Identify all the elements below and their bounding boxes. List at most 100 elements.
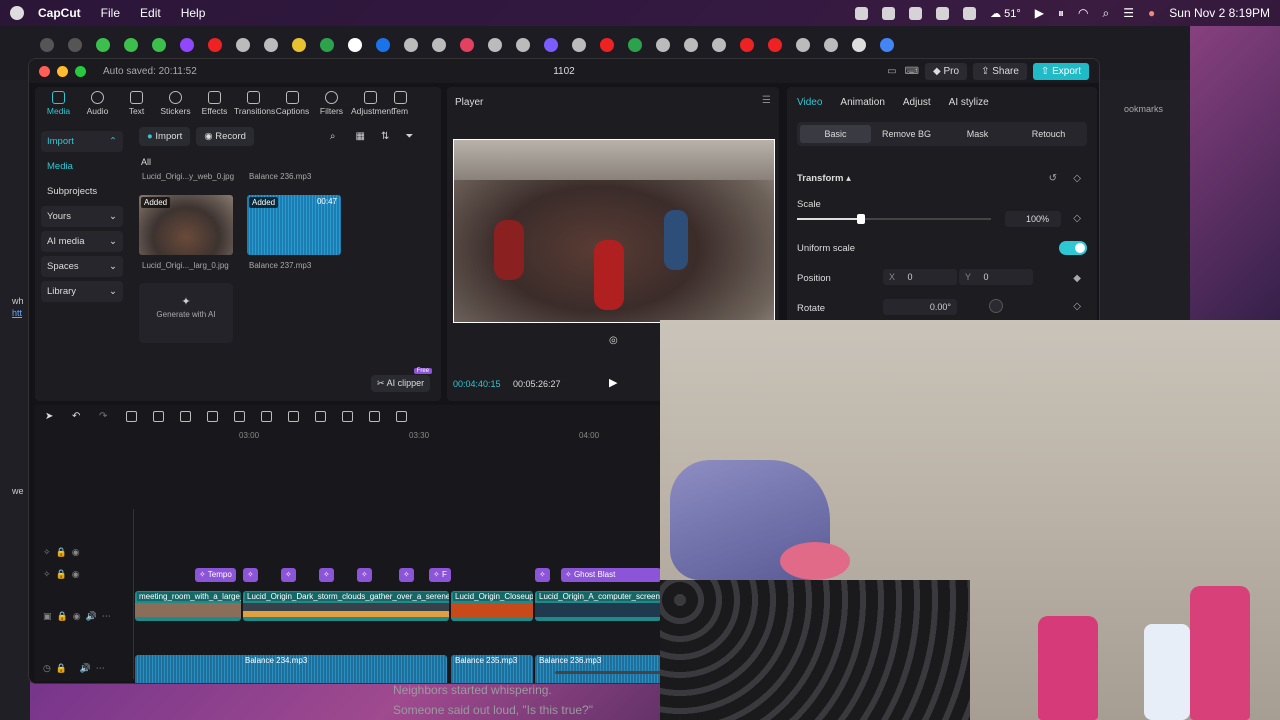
video-preview[interactable] (453, 139, 775, 323)
scale-input[interactable]: 100% (1005, 211, 1061, 227)
video-clip[interactable]: Lucid_Origin_A_computer_screen_c (535, 591, 661, 621)
tool-transitions[interactable]: Transitions (234, 91, 275, 116)
magic-icon[interactable] (369, 411, 380, 422)
tab-icon[interactable] (572, 38, 586, 52)
tab-icon[interactable] (432, 38, 446, 52)
tool-effects[interactable]: Effects (195, 91, 234, 116)
split-right-icon[interactable] (180, 411, 191, 422)
menu-file[interactable]: File (101, 6, 120, 20)
screenshot-icon[interactable] (963, 6, 977, 20)
shield-icon[interactable] (234, 411, 245, 422)
subtab-retouch[interactable]: Retouch (1013, 125, 1084, 143)
nav-media[interactable]: Media (41, 156, 123, 177)
tab-icon[interactable] (628, 38, 642, 52)
scale-slider[interactable] (797, 214, 991, 224)
redo-icon[interactable]: ↷ (99, 411, 110, 422)
tab-icon[interactable] (460, 38, 474, 52)
tool-text[interactable]: Text (117, 91, 156, 116)
status-icon[interactable] (909, 6, 923, 20)
tab-animation[interactable]: Animation (840, 97, 884, 108)
search-icon[interactable]: ⌕ (1103, 6, 1110, 21)
tab-ai-stylize[interactable]: AI stylize (949, 97, 989, 108)
video-clip[interactable]: meeting_room_with_a_large_w (135, 591, 241, 621)
tab-icon[interactable] (96, 38, 110, 52)
bookmarks-fragment[interactable]: ookmarks (1124, 104, 1163, 114)
effect-clip[interactable]: ✧ (243, 568, 258, 582)
effect-clip[interactable]: ✧ (535, 568, 550, 582)
app-menu[interactable]: CapCut (38, 6, 81, 20)
play-icon[interactable]: ▶ (1035, 6, 1044, 20)
effect-clip[interactable]: ✧ (357, 568, 372, 582)
timeline-ruler[interactable]: 03:00 03:30 04:00 (135, 431, 655, 443)
video-clip[interactable]: Lucid_Origin_Closeup_ (451, 591, 533, 621)
mirror-icon[interactable] (288, 411, 299, 422)
nav-import[interactable]: Import ⌃ (41, 131, 123, 152)
tab-icon[interactable] (376, 38, 390, 52)
tab-icon[interactable] (712, 38, 726, 52)
tab-icon[interactable] (236, 38, 250, 52)
undo-icon[interactable]: ↶ (72, 411, 83, 422)
layout-icon[interactable]: ▭ (887, 66, 896, 77)
tool-media[interactable]: Media (39, 91, 78, 116)
grid-view-icon[interactable]: ▦ (356, 131, 365, 142)
share-button[interactable]: ⇪ Share (973, 62, 1027, 80)
status-icon[interactable] (882, 6, 896, 20)
effect-clip-tempo[interactable]: ✧ Tempo (195, 568, 236, 582)
weather-text[interactable]: ☁ 51° (990, 7, 1021, 20)
keyframe-icon[interactable]: ◇ (1073, 301, 1081, 312)
chrome-tab-icon[interactable] (880, 38, 894, 52)
rotate-input[interactable]: 0.00° (883, 299, 957, 315)
crop-icon[interactable] (261, 411, 272, 422)
nav-library[interactable]: Library ⌄ (41, 281, 123, 302)
rotate-icon[interactable] (315, 411, 326, 422)
tab-icon[interactable] (292, 38, 306, 52)
scale-slider-handle[interactable] (857, 214, 865, 224)
pause-icon[interactable]: ⏸ (1058, 6, 1064, 21)
tab-icon[interactable] (684, 38, 698, 52)
ai-effect-icon[interactable] (396, 411, 407, 422)
subtab-remove-bg[interactable]: Remove BG (871, 125, 942, 143)
nav-ai-media[interactable]: AI media ⌄ (41, 231, 123, 252)
tab-icon[interactable] (740, 38, 754, 52)
rotate-dial[interactable] (989, 299, 1003, 313)
position-y-input[interactable]: Y 0 (959, 269, 1033, 285)
nav-subprojects[interactable]: Subprojects (41, 181, 123, 202)
import-button[interactable]: ● Import (139, 127, 191, 146)
record-button[interactable]: ◉ Record (196, 127, 254, 146)
tab-icon[interactable] (404, 38, 418, 52)
left-link-fragment[interactable]: htt (12, 308, 22, 318)
menu-help[interactable]: Help (181, 6, 206, 20)
fullscreen-icon[interactable]: ◎ (609, 335, 618, 346)
tab-icon[interactable] (656, 38, 670, 52)
freeze-icon[interactable] (342, 411, 353, 422)
screen-record-icon[interactable] (936, 6, 950, 20)
tab-icon[interactable] (768, 38, 782, 52)
tab-icon[interactable] (264, 38, 278, 52)
uniform-scale-toggle[interactable] (1059, 241, 1087, 255)
tab-video[interactable]: Video (797, 97, 822, 108)
tab-icon[interactable] (208, 38, 222, 52)
subtab-basic[interactable]: Basic (800, 125, 871, 143)
maximize-window-button[interactable] (75, 65, 86, 77)
filter-icon[interactable]: ⏷ (405, 131, 413, 142)
tool-audio[interactable]: Audio (78, 91, 117, 116)
timeline-scrollbar[interactable] (555, 671, 665, 674)
search-icon[interactable]: ⌕ (330, 131, 336, 142)
menu-icon[interactable]: ☰ (762, 95, 771, 106)
wifi-icon[interactable]: ◠ (1078, 6, 1088, 20)
reset-icon[interactable]: ↺ (1049, 173, 1057, 184)
play-button[interactable]: ▶ (609, 376, 617, 389)
media-thumbnail-audio[interactable]: Added 00:47 (247, 195, 341, 255)
select-tool-icon[interactable]: ➤ (45, 411, 56, 422)
keyframe-icon[interactable]: ◆ (1073, 273, 1081, 284)
sort-icon[interactable]: ⇅ (381, 131, 389, 142)
tool-stickers[interactable]: Stickers (156, 91, 195, 116)
close-icon[interactable] (852, 38, 866, 52)
tab-icon[interactable] (348, 38, 362, 52)
effect-clip[interactable]: ✧ F (429, 568, 451, 582)
filter-all[interactable]: All (141, 157, 151, 167)
nav-yours[interactable]: Yours ⌄ (41, 206, 123, 227)
nav-spaces[interactable]: Spaces ⌄ (41, 256, 123, 277)
tab-icon[interactable] (600, 38, 614, 52)
tab-icon[interactable] (124, 38, 138, 52)
